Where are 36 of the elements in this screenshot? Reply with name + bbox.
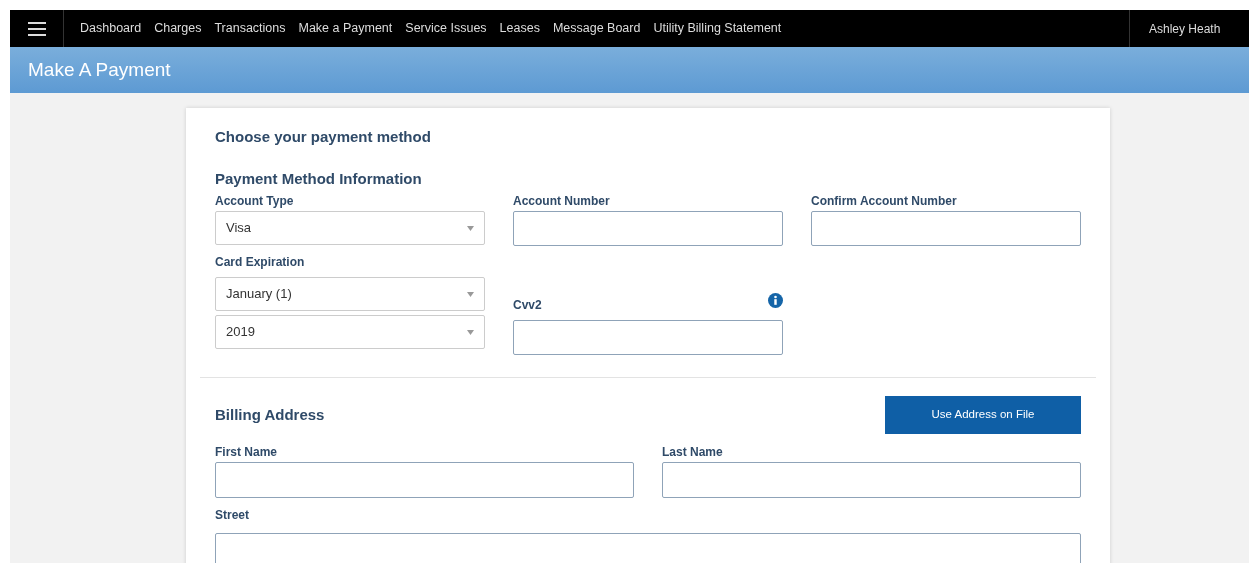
input-field[interactable]	[215, 533, 1081, 563]
input-field[interactable]	[513, 211, 783, 246]
nav-link[interactable]: Leases	[499, 19, 540, 38]
field-label: First Name	[215, 444, 279, 459]
nav-link[interactable]: Charges	[154, 19, 202, 38]
page-title: Make A Payment	[28, 57, 171, 82]
nav-link[interactable]: Make a Payment	[298, 19, 393, 38]
dropdown-select[interactable]: January (1)	[215, 277, 485, 311]
section-heading: Payment Method Information	[215, 169, 423, 188]
nav-link[interactable]: Message Board	[552, 19, 641, 38]
dropdown-caret-icon	[467, 225, 474, 231]
dropdown-caret-icon	[467, 291, 474, 297]
field-label: Street	[215, 507, 250, 522]
menu-icon[interactable]	[27, 21, 46, 36]
field-label: Cvv2	[513, 297, 542, 314]
nav-link[interactable]: Service Issues	[405, 19, 487, 38]
input-field[interactable]	[811, 211, 1081, 246]
field-label: Account Type	[215, 193, 295, 208]
nav-link[interactable]: Transactions	[214, 19, 286, 38]
input-field[interactable]	[513, 320, 783, 355]
form-heading: Choose your payment method	[215, 127, 432, 147]
dropdown-caret-icon	[467, 329, 474, 335]
dropdown-select[interactable]: 2019	[215, 315, 485, 349]
info-icon[interactable]	[768, 293, 783, 308]
field-label: Card Expiration	[215, 254, 306, 269]
nav-link[interactable]: Utility Billing Statement	[653, 19, 782, 38]
field-label: Last Name	[662, 444, 724, 459]
use-address-button[interactable]: Use Address on File	[885, 396, 1081, 434]
nav-link[interactable]: Dashboard	[80, 19, 142, 38]
field-label: Account Number	[513, 193, 611, 208]
field-label: Confirm Account Number	[811, 193, 958, 208]
user-name[interactable]: Ashley Heath	[1149, 19, 1221, 38]
input-field[interactable]	[215, 462, 634, 498]
dropdown-select[interactable]: Visa	[215, 211, 485, 245]
section-heading: Billing Address	[215, 404, 325, 425]
input-field[interactable]	[662, 462, 1081, 498]
